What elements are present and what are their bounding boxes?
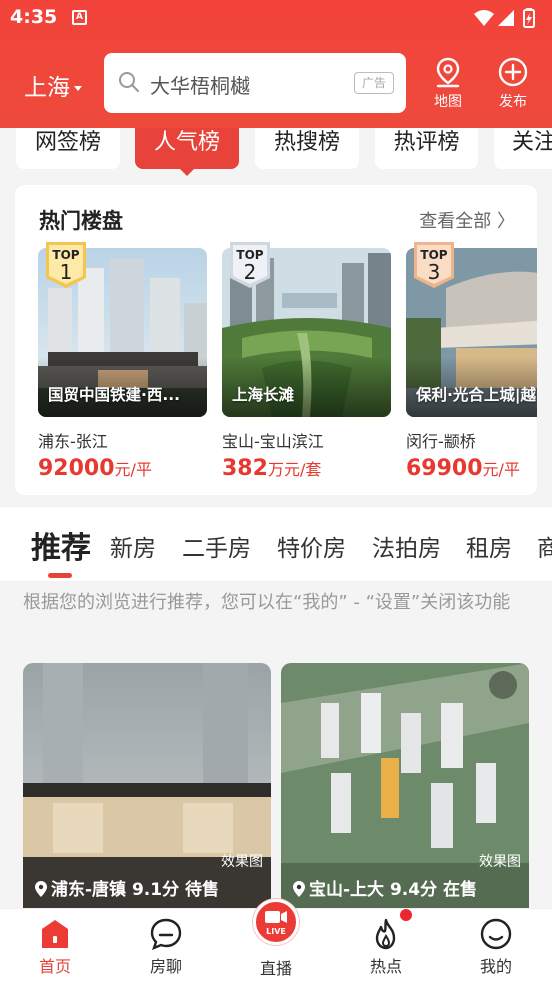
rank-number: 2	[243, 260, 257, 284]
property-location: 浦东-张江	[38, 432, 108, 451]
category-tabs: 推荐 新房 二手房 特价房 法拍房 租房 商	[0, 507, 552, 581]
property-price: 92000元/平	[38, 456, 207, 481]
chevron-down-icon	[74, 86, 82, 91]
tab-recommend[interactable]: 推荐	[31, 523, 91, 567]
video-camera-icon: LIVE	[265, 911, 287, 936]
price-unit: 元/平	[482, 460, 520, 479]
nav-me-label: 我的	[479, 957, 512, 976]
city-selector[interactable]: 上海	[24, 68, 82, 102]
listing-card[interactable]: 效果图 宝山-上大 9.4分 在售	[281, 663, 529, 913]
publish-label: 发布	[499, 94, 527, 110]
listing-info: 宝山-上大 9.4分 在售	[293, 875, 477, 900]
listing-info-text: 宝山-上大 9.4分 在售	[309, 880, 478, 900]
hot-property-card[interactable]: 国贸中国铁建·西... TOP 1 浦东-张江 92000元/平	[38, 242, 207, 481]
property-name: 保利·光合上城|越	[416, 386, 537, 404]
tab-discount[interactable]: 特价房	[277, 529, 346, 563]
nav-me[interactable]: 我的	[456, 917, 536, 977]
plus-circle-icon	[498, 57, 528, 87]
notification-dot	[400, 909, 412, 921]
rank-number: 1	[59, 260, 73, 284]
nav-live[interactable]: 直播	[236, 955, 316, 979]
top-rank-badge: TOP 3	[414, 242, 454, 288]
price-value: 69900	[406, 456, 483, 481]
search-text: 大华梧桐樾	[150, 74, 250, 98]
listing-info-text: 浦东-唐镇 9.1分 待售	[51, 880, 220, 900]
city-label: 上海	[24, 75, 70, 101]
chat-bubble-icon	[150, 918, 182, 951]
nav-live-label: 直播	[259, 959, 292, 978]
search-bar[interactable]: 大华梧桐樾 广告	[104, 53, 406, 113]
section-title: 热门楼盘	[39, 209, 123, 233]
price-unit: 万元/套	[267, 460, 322, 479]
notification-icon: A	[72, 10, 87, 25]
listing-card[interactable]: 效果图 浦东-唐镇 9.1分 待售	[23, 663, 271, 913]
listing-info: 浦东-唐镇 9.1分 待售	[35, 875, 219, 900]
nav-chat-label: 房聊	[149, 957, 182, 976]
search-icon	[119, 72, 139, 92]
location-pin-icon	[293, 881, 305, 897]
rank-tab-follow[interactable]: 关注	[494, 128, 552, 169]
nav-home-label: 首页	[38, 957, 71, 976]
rendering-tag: 效果图	[479, 854, 521, 870]
tab-auction[interactable]: 法拍房	[372, 529, 441, 563]
hot-property-card[interactable]: 保利·光合上城|越 TOP 3 闵行-颛桥 69900元/平	[406, 242, 537, 481]
price-unit: 元/平	[114, 460, 152, 479]
nav-hot-label: 热点	[369, 957, 402, 976]
rank-tab-label: 人气榜	[153, 130, 220, 155]
property-price: 69900元/平	[406, 456, 537, 481]
property-name: 国贸中国铁建·西...	[48, 386, 181, 404]
property-location: 闵行-颛桥	[406, 432, 476, 451]
location-pin-icon	[35, 881, 47, 897]
tab-commercial[interactable]: 商	[537, 529, 552, 563]
recommendation-note: 根据您的浏览进行推荐，您可以在“我的” - “设置”关闭该功能	[23, 592, 511, 613]
nav-chat[interactable]: 房聊	[126, 917, 206, 977]
bottom-nav: 首页 房聊 LIVE 直播 热点 我的	[0, 899, 552, 983]
active-tab-indicator	[48, 573, 72, 578]
rank-tab-signed[interactable]: 网签榜	[16, 128, 120, 169]
home-icon	[42, 920, 68, 948]
live-button[interactable]: LIVE	[253, 899, 299, 945]
smiley-profile-icon	[480, 918, 512, 950]
system-status-icons	[474, 8, 535, 28]
app-screen: 4:35 A 上海 大华梧桐樾 广告 地图 发布 网签榜 人气榜 热搜榜 热评榜…	[0, 0, 552, 983]
rank-tabs: 网签榜 人气榜 热搜榜 热评榜 关注	[0, 128, 552, 176]
map-label: 地图	[434, 94, 462, 110]
tab-second-hand[interactable]: 二手房	[182, 529, 251, 563]
price-value: 382	[222, 456, 268, 481]
rank-number: 3	[427, 260, 441, 284]
rendering-tag: 效果图	[221, 854, 263, 870]
status-bar: 4:35 A	[0, 0, 552, 38]
top-rank-badge: TOP 2	[230, 242, 270, 288]
property-location: 宝山-宝山滨江	[222, 432, 324, 451]
map-pin-icon	[436, 57, 460, 88]
active-indicator	[180, 169, 194, 176]
flame-icon	[375, 918, 396, 950]
nav-home[interactable]: 首页	[15, 917, 95, 977]
ad-badge: 广告	[354, 72, 394, 94]
top-rank-badge: TOP 1	[46, 242, 86, 288]
rank-tab-search[interactable]: 热搜榜	[255, 128, 359, 169]
tab-new-homes[interactable]: 新房	[110, 529, 156, 563]
map-button[interactable]: 地图	[423, 56, 473, 111]
tab-rent[interactable]: 租房	[466, 529, 512, 563]
property-name: 上海长滩	[232, 386, 295, 404]
property-price: 382万元/套	[222, 456, 391, 481]
hot-property-card[interactable]: 上海长滩 TOP 2 宝山-宝山滨江 382万元/套	[222, 242, 391, 481]
price-value: 92000	[38, 456, 115, 481]
view-all-link[interactable]: 查看全部 〉	[419, 207, 515, 233]
rank-tab-comments[interactable]: 热评榜	[375, 128, 478, 169]
hot-properties-card: 热门楼盘 查看全部 〉 国贸中国铁建·西... TOP 1 浦东-张江 9200…	[15, 185, 537, 495]
nav-hot[interactable]: 热点	[346, 917, 426, 977]
publish-button[interactable]: 发布	[488, 56, 538, 111]
rank-tab-popularity[interactable]: 人气榜	[135, 128, 239, 176]
header: 4:35 A 上海 大华梧桐樾 广告 地图 发布	[0, 0, 552, 128]
status-time: 4:35	[10, 6, 58, 28]
live-badge-text: LIVE	[266, 927, 286, 936]
